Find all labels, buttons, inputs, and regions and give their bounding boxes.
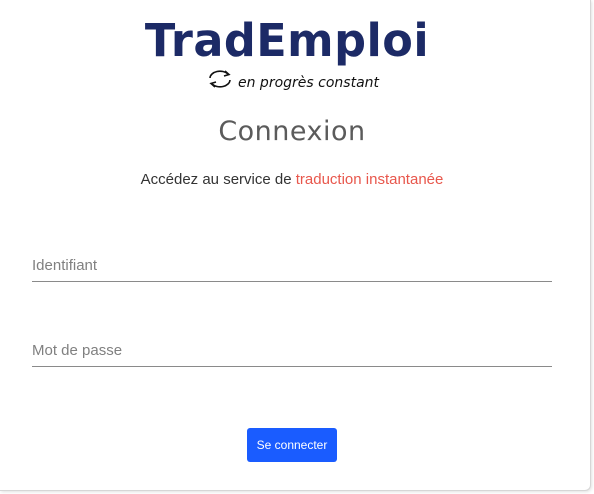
page-subtitle: Accédez au service de traduction instant… <box>0 171 584 188</box>
logo: TradEmploi <box>0 14 574 68</box>
refresh-cycle-icon <box>204 66 236 92</box>
login-page: TradEmploi en progrès constant Connexion… <box>0 0 594 494</box>
page-title: Connexion <box>218 116 366 147</box>
logo-tagline: en progrès constant <box>204 66 379 92</box>
subtitle-highlight: traduction instantanée <box>295 171 444 188</box>
password-field[interactable] <box>32 334 552 367</box>
logo-brand: TradEmploi <box>144 14 430 67</box>
tagline-text: en progrès constant <box>238 75 380 91</box>
login-card: TradEmploi en progrès constant Connexion… <box>0 0 591 491</box>
username-field[interactable] <box>32 249 552 282</box>
login-button[interactable]: Se connecter <box>247 428 337 462</box>
subtitle-text: Accédez au service de <box>140 171 296 188</box>
